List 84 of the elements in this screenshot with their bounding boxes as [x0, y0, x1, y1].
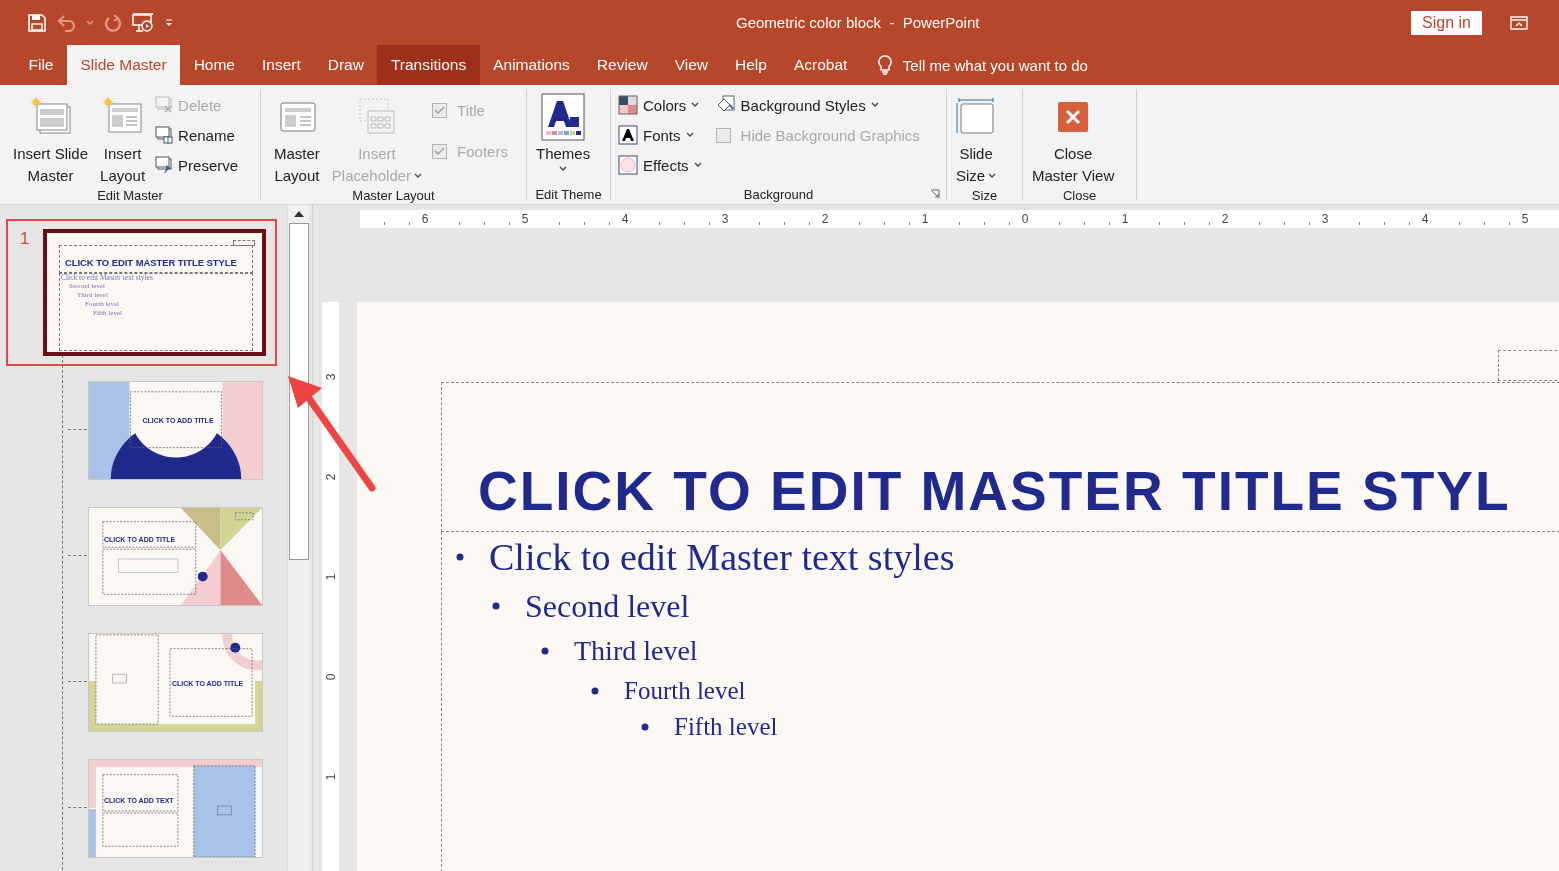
- caret-icon: [691, 101, 700, 109]
- group-label: Close: [1061, 187, 1098, 205]
- ribbon-tab[interactable]: Slide Master: [67, 45, 181, 85]
- ribbon-button[interactable]: Rename: [152, 120, 242, 150]
- ribbon-tab[interactable]: Acrobat: [780, 45, 861, 85]
- ribbon-button[interactable]: Insert Slide Master: [8, 89, 94, 187]
- ribbon-button[interactable]: Slide Size: [951, 89, 1002, 187]
- ribbon-display-icon[interactable]: [1510, 15, 1528, 30]
- redo-icon[interactable]: [104, 13, 122, 32]
- ribbon-tab[interactable]: File: [15, 45, 67, 85]
- color-palette-icon: [618, 95, 638, 115]
- ribbon-button[interactable]: Master Layout: [269, 89, 325, 187]
- body-text: Fifth level: [674, 713, 778, 741]
- ribbon-tab[interactable]: Review: [583, 45, 662, 85]
- bullet-icon: [492, 602, 500, 610]
- check-icon: [434, 147, 446, 156]
- body-text: Fourth level: [624, 676, 746, 705]
- ribbon-button[interactable]: Insert Layout: [95, 89, 151, 187]
- window-title: Geometric color block - PowerPoint: [736, 14, 981, 31]
- bullet-icon: [541, 647, 549, 655]
- thumbnail-title: CLICK TO EDIT MASTER TITLE STYLE: [65, 257, 237, 268]
- bullet-icon: [641, 723, 649, 731]
- tell-me-search[interactable]: Tell me what you want to do: [902, 56, 1088, 74]
- caret-icon: [988, 172, 997, 180]
- ruler-number: 1: [322, 772, 339, 783]
- slide-master-icon: [30, 97, 71, 137]
- dialog-launcher-icon[interactable]: [930, 189, 940, 199]
- scroll-up-icon[interactable]: [293, 211, 304, 217]
- ribbon-button[interactable]: Close Master View: [1027, 89, 1120, 187]
- ribbon-tab[interactable]: Animations: [479, 45, 584, 85]
- bullet-icon: [456, 553, 464, 561]
- group-label: Background: [742, 186, 815, 204]
- slide-number: 1: [19, 228, 31, 250]
- ribbon-button[interactable]: Preserve: [152, 150, 242, 180]
- checkbox-label: Title: [457, 102, 485, 119]
- ribbon-button[interactable]: Fonts: [615, 120, 705, 150]
- ribbon-tab[interactable]: Transitions: [377, 45, 480, 85]
- checkbox-label: Footers: [457, 143, 508, 160]
- group-label: Edit Theme: [534, 186, 603, 204]
- ribbon-button[interactable]: Background Styles: [712, 90, 923, 120]
- ribbon-tab[interactable]: Insert: [248, 45, 315, 85]
- customize-caret-icon[interactable]: [164, 17, 174, 28]
- sign-in-button[interactable]: Sign in: [1411, 10, 1482, 35]
- effects-icon: [618, 155, 638, 175]
- caret-icon[interactable]: [86, 18, 94, 27]
- group-label: Size: [970, 187, 999, 205]
- ribbon-tab[interactable]: Help: [721, 45, 781, 85]
- caret-icon: [870, 101, 879, 109]
- caret-icon: [559, 165, 568, 173]
- ribbon-button[interactable]: Colors: [615, 90, 705, 120]
- checkbox-label: Hide Background Graphics: [740, 126, 920, 144]
- theme-icon: [541, 93, 586, 141]
- body-text: Second level: [525, 587, 690, 625]
- rename-icon: [155, 126, 174, 144]
- placeholder-icon: [356, 97, 397, 137]
- ribbon-button[interactable]: Effects: [615, 150, 705, 180]
- font-icon: [618, 125, 638, 145]
- slide-title: CLICK TO EDIT MASTER TITLE STYL: [478, 461, 1512, 521]
- ribbon-tab[interactable]: Home: [180, 45, 249, 85]
- close-icon: [1057, 101, 1090, 133]
- delete-slide-icon: [155, 96, 174, 114]
- group-label: Master Layout: [351, 187, 436, 205]
- ruler-number: 2: [322, 472, 339, 483]
- save-icon[interactable]: [28, 13, 46, 32]
- undo-icon[interactable]: [56, 13, 76, 32]
- group-label: Edit Master: [96, 187, 164, 205]
- scrollbar-thumb[interactable]: [288, 223, 309, 560]
- ribbon-tab[interactable]: Draw: [314, 45, 378, 85]
- caret-icon: [685, 131, 694, 139]
- body-text: Click to edit Master text styles: [489, 535, 955, 579]
- caret-icon: [693, 161, 702, 169]
- lightbulb-icon: [876, 55, 893, 75]
- body-text: Third level: [574, 635, 698, 667]
- bullet-icon: [591, 686, 599, 695]
- presenter-icon[interactable]: [132, 12, 154, 33]
- ruler-number: 0: [322, 672, 339, 683]
- pin-icon: [155, 156, 174, 174]
- ruler-number: 1: [322, 572, 339, 583]
- ruler-number: 3: [322, 372, 339, 383]
- slide-size-icon: [956, 97, 997, 137]
- caret-icon: [414, 172, 423, 180]
- check-icon: [434, 106, 446, 115]
- ribbon-button[interactable]: Themes: [531, 89, 596, 186]
- ribbon-tab[interactable]: View: [661, 45, 722, 85]
